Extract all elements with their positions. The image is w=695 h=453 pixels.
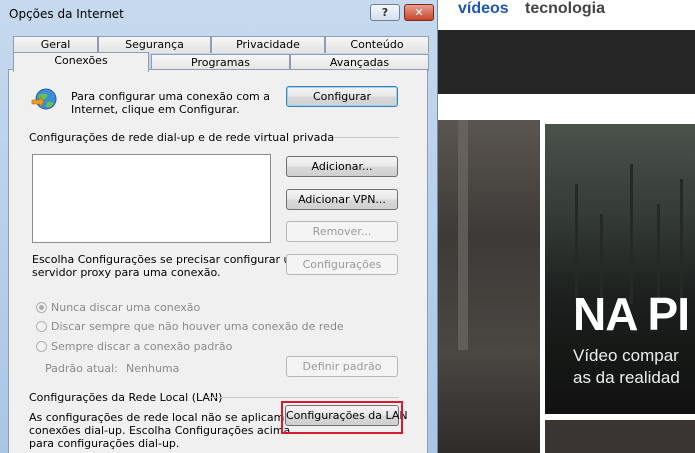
radio-always-dial[interactable] [36,341,47,352]
dialup-heading: Configurações de rede dial-up e de rede … [29,131,335,144]
group-divider [206,397,399,398]
dialup-hint: Escolha Configurações se precisar config… [32,253,302,266]
site-spacer [438,94,695,120]
default-label: Padrão atual: [45,362,118,375]
dialup-hint: servidor proxy para uma conexão. [32,266,221,279]
tab-seguranca[interactable]: Segurança [98,36,211,53]
feature-subline: Vídeo compar [573,346,679,365]
feature-headline[interactable]: NA PI [573,287,690,341]
lan-heading: Configurações da Rede Local (LAN) [29,391,223,404]
setup-text: Para configurar uma conexão com a [71,90,271,103]
feature-subline: as da realidad [573,368,680,387]
radio-never-dial[interactable] [36,302,47,313]
group-divider [333,137,399,138]
radio-dial-when-no-connection[interactable] [36,321,47,332]
tab-conteudo[interactable]: Conteúdo [325,36,429,53]
tab-geral[interactable]: Geral [13,36,98,53]
lan-text: para configurações dial-up. [29,437,180,450]
site-navbar [438,30,695,94]
set-default-button[interactable]: Definir padrão [286,356,398,377]
internet-options-dialog: Opções da Internet ? ✕ Geral Segurança P… [0,0,438,453]
article-photo-left[interactable] [438,120,540,453]
tab-conexoes[interactable]: Conexões [13,52,149,72]
tab-privacidade[interactable]: Privacidade [211,36,325,53]
nav-link-tecnologia[interactable]: tecnologia [525,0,605,18]
setup-text: Internet, clique em Configurar. [71,103,240,116]
highlight-box [281,401,403,434]
remove-button[interactable]: Remover... [286,221,398,242]
lan-text: conexões dial-up. Escolha Configurações … [29,424,291,437]
connections-list[interactable] [32,154,271,243]
nav-link-videos[interactable]: vídeos [458,0,509,18]
dialup-settings-button[interactable]: Configurações [286,254,398,275]
help-button[interactable]: ? [370,4,400,21]
radio-label: Sempre discar a conexão padrão [51,340,233,353]
add-button[interactable]: Adicionar... [286,156,398,177]
close-button[interactable]: ✕ [404,4,434,21]
radio-label: Nunca discar uma conexão [51,301,201,314]
add-vpn-button[interactable]: Adicionar VPN... [286,189,398,210]
configure-button[interactable]: Configurar [286,86,398,107]
lan-text: As configurações de rede local não se ap… [29,411,295,424]
next-article-photo[interactable] [545,420,695,453]
dialog-title: Opções da Internet [9,7,124,21]
default-value: Nenhuma [126,362,180,375]
radio-label: Discar sempre que não houver uma conexão… [51,320,344,333]
network-globe-icon [31,88,57,110]
